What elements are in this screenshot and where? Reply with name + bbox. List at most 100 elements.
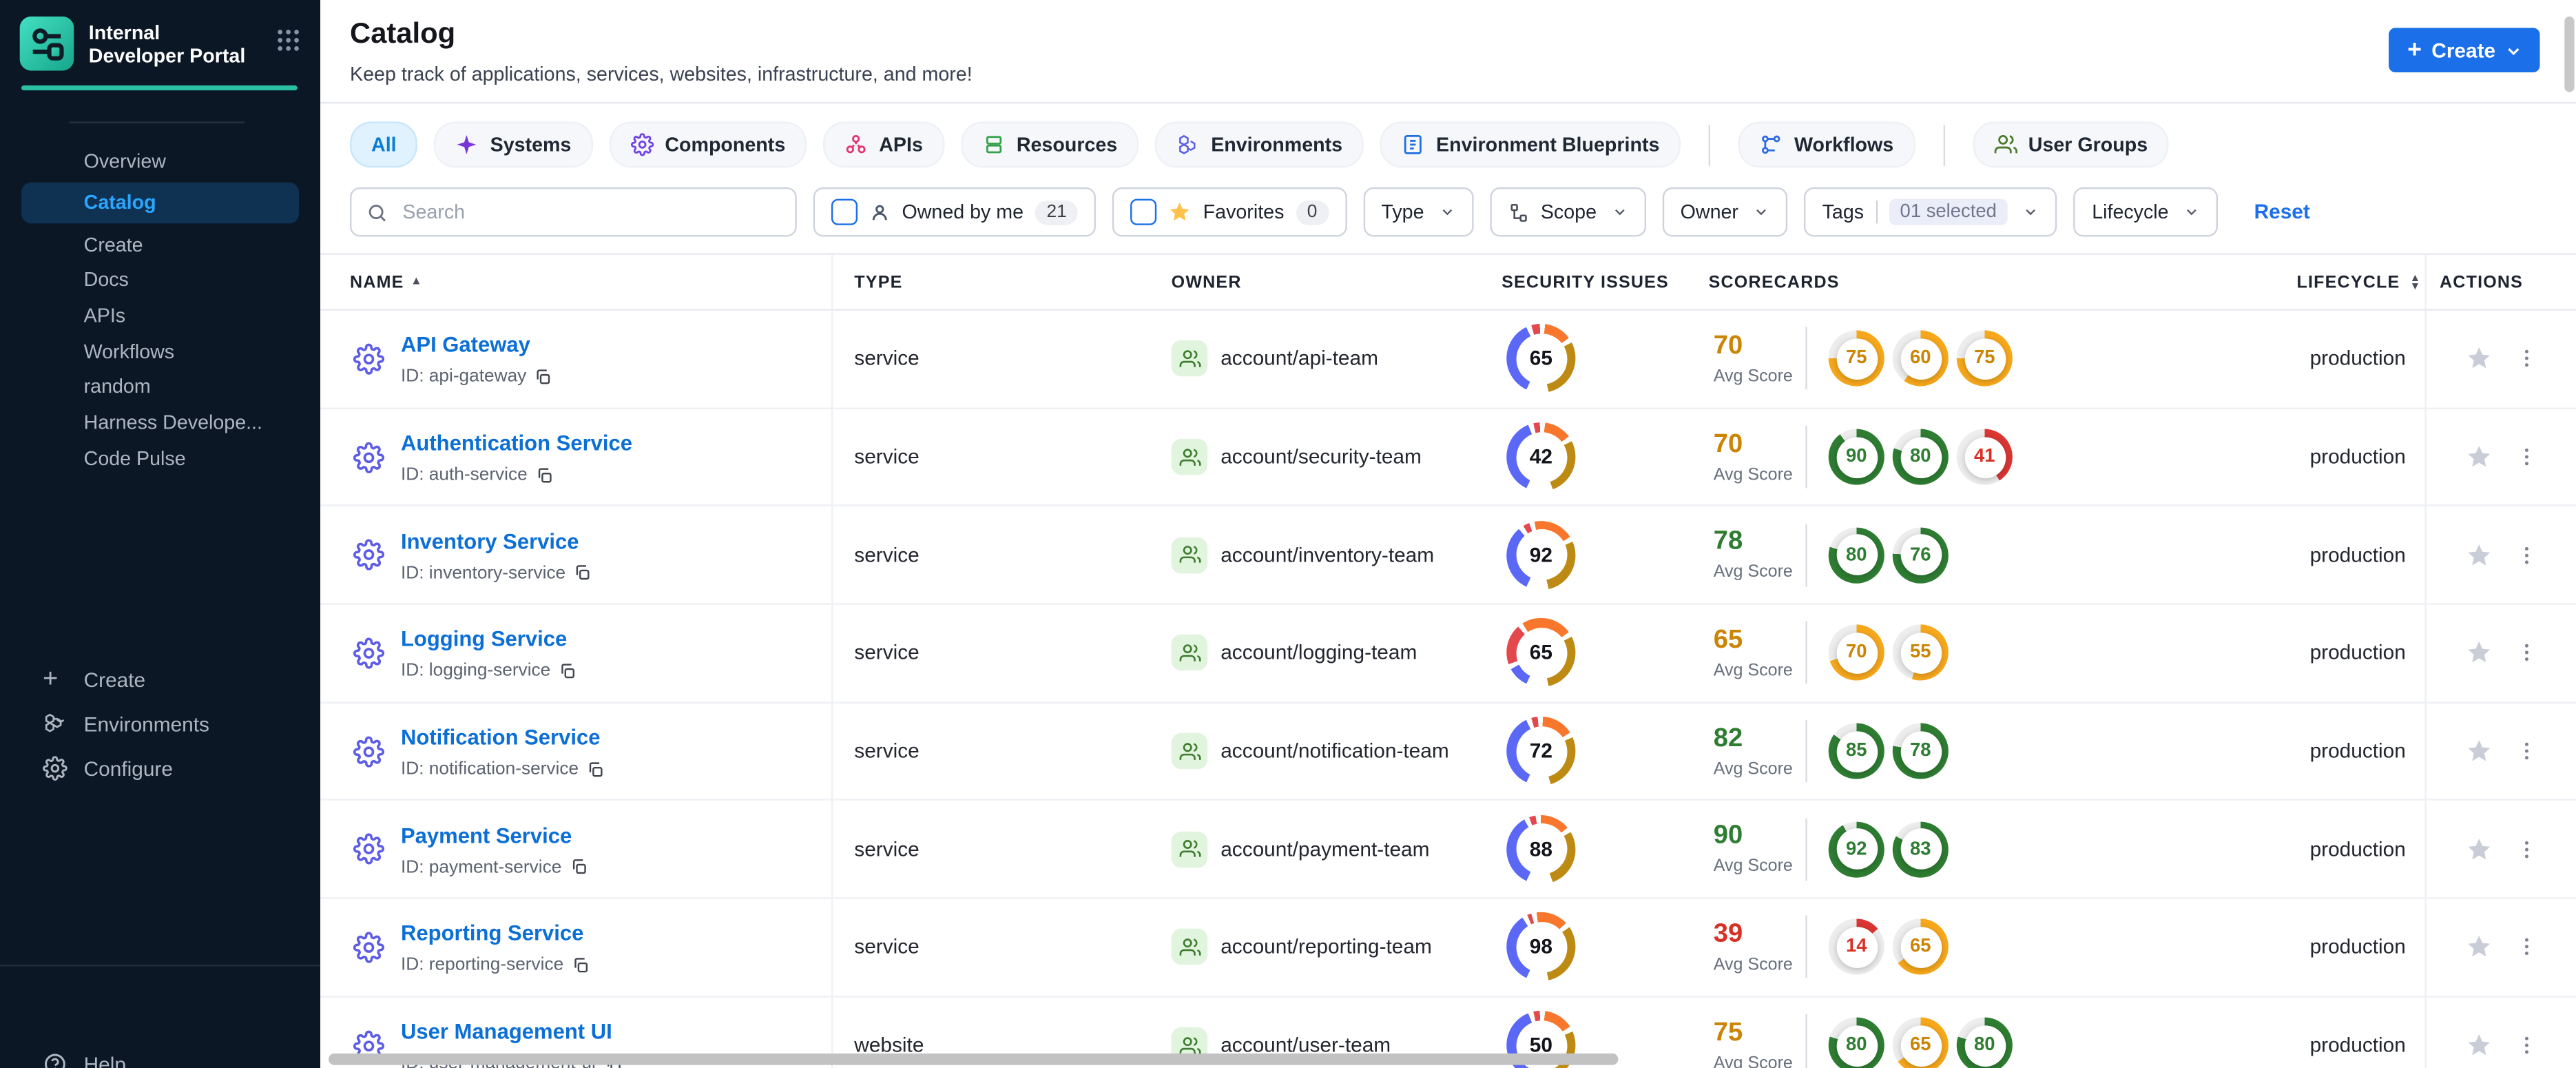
tags-selected-badge: 01 selected xyxy=(1888,198,2008,225)
sidebar-item-harness-develope[interactable]: Harness Develope... xyxy=(0,404,320,440)
favorite-star-icon[interactable] xyxy=(2465,444,2491,470)
copy-icon[interactable] xyxy=(559,662,577,680)
tab-all[interactable]: All xyxy=(350,121,418,168)
favorite-star-icon[interactable] xyxy=(2465,640,2491,666)
entity-id: ID: auth-service xyxy=(400,465,528,485)
sidebar-item-configure[interactable]: Configure xyxy=(0,746,320,790)
tab-systems[interactable]: Systems xyxy=(434,121,593,168)
column-header-lifecycle[interactable]: LIFECYCLE ▲ ▼ xyxy=(2297,255,2425,309)
avg-score-label: Avg Score xyxy=(1713,562,1793,582)
scorecard-gauge: 60 xyxy=(1892,331,1949,387)
entity-name-link[interactable]: Authentication Service xyxy=(401,431,632,455)
entity-name-link[interactable]: Inventory Service xyxy=(401,528,579,553)
row-menu-icon[interactable] xyxy=(2515,936,2537,958)
entity-kind-tabs: All Systems Components APIs Resources Environ… xyxy=(320,103,2576,182)
row-menu-icon[interactable] xyxy=(2515,1034,2537,1057)
service-gear-icon xyxy=(353,932,385,963)
security-issues-value: 42 xyxy=(1529,445,1552,469)
scorecard-gauges: 70 55 xyxy=(1828,625,1949,681)
sidebar-item-help[interactable]: Help xyxy=(0,1052,320,1068)
copy-icon[interactable] xyxy=(570,859,588,876)
row-menu-icon[interactable] xyxy=(2515,347,2537,370)
owned-by-me-filter[interactable]: Owned by me 21 xyxy=(813,187,1097,237)
lifecycle-value: production xyxy=(2309,543,2406,567)
column-header-name[interactable]: NAME ▲ xyxy=(350,254,833,309)
favorite-star-icon[interactable] xyxy=(2465,542,2491,568)
table-header: NAME ▲ TYPE OWNER SECURITY ISSUES SCOREC… xyxy=(320,253,2576,311)
app-switcher-icon[interactable] xyxy=(276,27,301,60)
sidebar-item-label: random xyxy=(83,375,151,398)
sidebar-item-environments[interactable]: Environments xyxy=(0,701,320,746)
owner-filter-dropdown[interactable]: Owner xyxy=(1662,187,1788,237)
entity-name-link[interactable]: User Management UI xyxy=(401,1019,612,1044)
sidebar-item-workflows[interactable]: Workflows xyxy=(0,333,320,369)
scorecard-gauge-value: 41 xyxy=(1974,446,1995,467)
copy-icon[interactable] xyxy=(587,760,605,778)
entity-name-link[interactable]: Payment Service xyxy=(401,823,572,848)
owner-group-icon xyxy=(1171,438,1208,475)
help-icon xyxy=(43,1052,67,1068)
create-button[interactable]: + Create xyxy=(2389,28,2540,72)
favorite-star-icon[interactable] xyxy=(2465,1032,2491,1058)
sidebar-item-catalog[interactable]: Catalog xyxy=(21,182,300,223)
type-filter-dropdown[interactable]: Type xyxy=(1363,187,1474,237)
owned-by-me-checkbox[interactable] xyxy=(831,198,858,225)
favorites-filter[interactable]: Favorites 0 xyxy=(1112,187,1347,237)
components-icon xyxy=(630,133,654,156)
row-menu-icon[interactable] xyxy=(2515,641,2537,664)
sidebar-item-create[interactable]: + Create xyxy=(0,657,320,701)
table-row: Payment Service ID: payment-service serv… xyxy=(320,801,2576,900)
scope-filter-dropdown[interactable]: Scope xyxy=(1489,187,1646,237)
favorites-label: Favorites xyxy=(1203,200,1285,224)
reset-filters-link[interactable]: Reset xyxy=(2254,201,2310,223)
tags-filter-dropdown[interactable]: Tags 01 selected xyxy=(1804,187,2058,237)
tab-environments[interactable]: Environments xyxy=(1155,121,1364,168)
scorecard-gauge-value: 80 xyxy=(1845,545,1867,565)
workflows-icon xyxy=(1760,133,1783,156)
entity-name-link[interactable]: Notification Service xyxy=(401,725,601,750)
owner-group-icon xyxy=(1171,831,1208,867)
tab-apis[interactable]: APIs xyxy=(823,121,944,168)
sidebar-item-label: Configure xyxy=(83,757,173,780)
row-menu-icon[interactable] xyxy=(2515,838,2537,861)
entity-name-link[interactable]: API Gateway xyxy=(401,333,530,358)
search-input[interactable] xyxy=(399,198,780,225)
copy-icon[interactable] xyxy=(572,956,590,974)
sidebar-item-overview[interactable]: Overview xyxy=(0,143,320,179)
favorite-star-icon[interactable] xyxy=(2465,738,2491,764)
lifecycle-value: production xyxy=(2309,1034,2406,1058)
favorite-star-icon[interactable] xyxy=(2465,346,2491,372)
tab-components[interactable]: Components xyxy=(609,121,807,168)
sidebar-item-apis[interactable]: APIs xyxy=(0,298,320,333)
sidebar-item-create[interactable]: Create xyxy=(0,226,320,262)
entity-name-link[interactable]: Reporting Service xyxy=(401,921,583,946)
tab-label: Resources xyxy=(1016,133,1118,156)
copy-icon[interactable] xyxy=(534,368,552,386)
favorite-star-icon[interactable] xyxy=(2465,934,2491,961)
sidebar-item-label: Workflows xyxy=(83,339,175,363)
copy-icon[interactable] xyxy=(574,564,592,582)
horizontal-scrollbar[interactable] xyxy=(329,1053,1619,1065)
tab-workflows[interactable]: Workflows xyxy=(1738,121,1915,168)
sidebar-item-code-pulse[interactable]: Code Pulse xyxy=(0,440,320,476)
row-menu-icon[interactable] xyxy=(2515,445,2537,468)
copy-icon[interactable] xyxy=(536,466,554,484)
row-menu-icon[interactable] xyxy=(2515,740,2537,763)
sidebar-item-random[interactable]: random xyxy=(0,369,320,404)
favorite-star-icon[interactable] xyxy=(2465,836,2491,863)
tab-resources[interactable]: Resources xyxy=(960,121,1139,168)
scorecard-gauge-value: 65 xyxy=(1910,937,1931,958)
search-input-wrap xyxy=(350,187,797,237)
entity-name-link[interactable]: Logging Service xyxy=(401,627,567,652)
row-menu-icon[interactable] xyxy=(2515,544,2537,566)
sidebar-item-docs[interactable]: Docs xyxy=(0,262,320,298)
security-issues-value: 98 xyxy=(1529,936,1552,959)
tab-user-groups[interactable]: User Groups xyxy=(1972,121,2170,168)
lifecycle-filter-dropdown[interactable]: Lifecycle xyxy=(2073,187,2219,237)
tab-environment-blueprints[interactable]: Environment Blueprints xyxy=(1380,121,1681,168)
favorites-checkbox[interactable] xyxy=(1130,198,1157,225)
lifecycle-filter-label: Lifecycle xyxy=(2092,200,2169,224)
security-issues-value: 72 xyxy=(1529,739,1552,763)
scorecard-gauge-value: 80 xyxy=(1974,1036,1995,1056)
vertical-scrollbar[interactable] xyxy=(2564,16,2575,92)
